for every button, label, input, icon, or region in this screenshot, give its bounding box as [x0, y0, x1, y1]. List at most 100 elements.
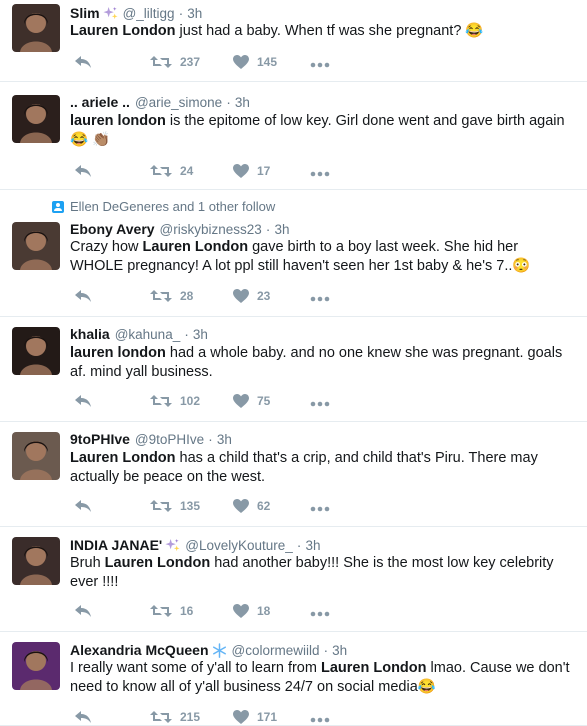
- display-name[interactable]: Slim: [70, 5, 100, 21]
- timestamp[interactable]: 3h: [274, 222, 289, 237]
- heart-icon: [233, 604, 249, 618]
- retweet-icon: [150, 394, 172, 408]
- timestamp[interactable]: 3h: [217, 432, 232, 447]
- retweet-button[interactable]: 28: [150, 289, 193, 303]
- avatar[interactable]: [12, 327, 60, 375]
- tweet-header: Ebony Avery @riskybizness23 · 3h: [70, 221, 290, 237]
- like-button[interactable]: 17: [233, 164, 270, 178]
- more-button[interactable]: [310, 296, 330, 302]
- tweet-text-segment: Bruh: [70, 555, 105, 571]
- like-button[interactable]: 18: [233, 604, 270, 618]
- user-handle[interactable]: @colormewiild: [232, 643, 320, 658]
- separator-dot: ·: [184, 326, 189, 342]
- display-name[interactable]: .. ariele ..: [70, 94, 130, 110]
- like-button[interactable]: 23: [233, 289, 270, 303]
- highlighted-keyword: Lauren London: [142, 239, 249, 255]
- tweet-text-segment: just had a baby. When tf was she pregnan…: [175, 23, 484, 39]
- retweet-button[interactable]: 215: [150, 710, 200, 724]
- like-count: 62: [257, 499, 271, 513]
- avatar[interactable]: [12, 537, 60, 585]
- timestamp[interactable]: 3h: [305, 538, 320, 553]
- tweet[interactable]: .. ariele .. @arie_simone · 3h lauren london…: [0, 82, 587, 190]
- retweet-count: 215: [180, 710, 201, 724]
- reply-button[interactable]: [74, 55, 92, 69]
- user-handle[interactable]: @9toPHIve: [135, 432, 204, 447]
- timestamp[interactable]: 3h: [187, 6, 202, 21]
- reply-button[interactable]: [74, 604, 92, 618]
- tweet[interactable]: 9toPHIve @9toPHIve · 3h Lauren London has a …: [0, 422, 587, 527]
- like-button[interactable]: 62: [233, 499, 270, 513]
- more-button[interactable]: [310, 506, 330, 512]
- avatar[interactable]: [12, 95, 60, 143]
- reply-button[interactable]: [74, 394, 92, 408]
- like-button[interactable]: 145: [233, 55, 277, 69]
- retweet-button[interactable]: 16: [150, 604, 193, 618]
- tweet[interactable]: Alexandria McQueen @colormewiild · 3h I real…: [0, 632, 587, 726]
- tweet[interactable]: INDIA JANAE' @LovelyKouture_ · 3h Bruh Laure…: [0, 527, 587, 632]
- more-button[interactable]: [310, 401, 330, 407]
- heart-icon: [233, 164, 249, 178]
- user-handle[interactable]: @LovelyKouture_: [185, 538, 293, 553]
- tweet-header: 9toPHIve @9toPHIve · 3h: [70, 431, 232, 447]
- more-button[interactable]: [310, 717, 330, 723]
- tweet-actions: 28 23: [70, 289, 570, 309]
- tweet[interactable]: Ellen DeGeneres and 1 other follow Ebony …: [0, 190, 587, 317]
- highlighted-keyword: lauren london: [70, 345, 166, 361]
- display-name[interactable]: khalia: [70, 326, 110, 342]
- avatar[interactable]: [12, 222, 60, 270]
- tweet-text: lauren london is the epitome of low key.…: [70, 112, 575, 150]
- more-button[interactable]: [310, 171, 330, 177]
- timestamp[interactable]: 3h: [332, 643, 347, 658]
- person-icon: [52, 200, 64, 213]
- retweet-count: 24: [180, 164, 194, 178]
- retweet-icon: [150, 289, 172, 303]
- more-button[interactable]: [310, 611, 330, 617]
- follow-context[interactable]: Ellen DeGeneres and 1 other follow: [52, 199, 275, 214]
- tweet-actions: 135 62: [70, 499, 570, 519]
- avatar[interactable]: [12, 642, 60, 690]
- like-button[interactable]: 75: [233, 394, 270, 408]
- timestamp[interactable]: 3h: [235, 95, 250, 110]
- retweet-button[interactable]: 135: [150, 499, 200, 513]
- heart-icon: [233, 499, 249, 513]
- user-handle[interactable]: @arie_simone: [135, 95, 222, 110]
- reply-button[interactable]: [74, 289, 92, 303]
- tweet-header: Alexandria McQueen @colormewiild · 3h: [70, 642, 347, 658]
- user-handle[interactable]: @riskybizness23: [160, 222, 262, 237]
- follow-context-text: Ellen DeGeneres and 1 other follow: [70, 199, 276, 214]
- user-handle[interactable]: @_liltigg: [123, 6, 175, 21]
- reply-icon: [74, 289, 92, 303]
- tweet[interactable]: khalia @kahuna_ · 3h lauren london had a who…: [0, 317, 587, 422]
- display-name[interactable]: 9toPHIve: [70, 431, 130, 447]
- sparkles-icon: [103, 6, 118, 19]
- retweet-button[interactable]: 24: [150, 164, 193, 178]
- tweet-actions: 24 17: [70, 164, 570, 184]
- like-count: 23: [257, 289, 271, 303]
- display-name[interactable]: Alexandria McQueen: [70, 642, 209, 658]
- timestamp[interactable]: 3h: [193, 327, 208, 342]
- retweet-count: 16: [180, 604, 194, 618]
- reply-icon: [74, 710, 92, 724]
- display-name[interactable]: Ebony Avery: [70, 221, 155, 237]
- highlighted-keyword: Lauren London: [320, 660, 427, 676]
- tweet[interactable]: Slim @_liltigg · 3h Lauren London just had a…: [0, 0, 587, 82]
- retweet-button[interactable]: 237: [150, 55, 200, 69]
- more-icon: [310, 717, 330, 723]
- like-button[interactable]: 171: [233, 710, 277, 724]
- reply-icon: [74, 394, 92, 408]
- more-button[interactable]: [310, 62, 330, 68]
- tweet-text: Bruh Lauren London had another baby!!! S…: [70, 554, 575, 592]
- display-name[interactable]: INDIA JANAE': [70, 537, 162, 553]
- heart-icon: [233, 394, 249, 408]
- avatar[interactable]: [12, 4, 60, 52]
- highlighted-keyword: Lauren London: [70, 450, 176, 466]
- reply-button[interactable]: [74, 499, 92, 513]
- heart-icon: [233, 710, 249, 724]
- like-count: 75: [257, 394, 271, 408]
- avatar[interactable]: [12, 432, 60, 480]
- reply-button[interactable]: [74, 710, 92, 724]
- tweet-header: .. ariele .. @arie_simone · 3h: [70, 94, 250, 110]
- reply-button[interactable]: [74, 164, 92, 178]
- user-handle[interactable]: @kahuna_: [115, 327, 181, 342]
- retweet-button[interactable]: 102: [150, 394, 200, 408]
